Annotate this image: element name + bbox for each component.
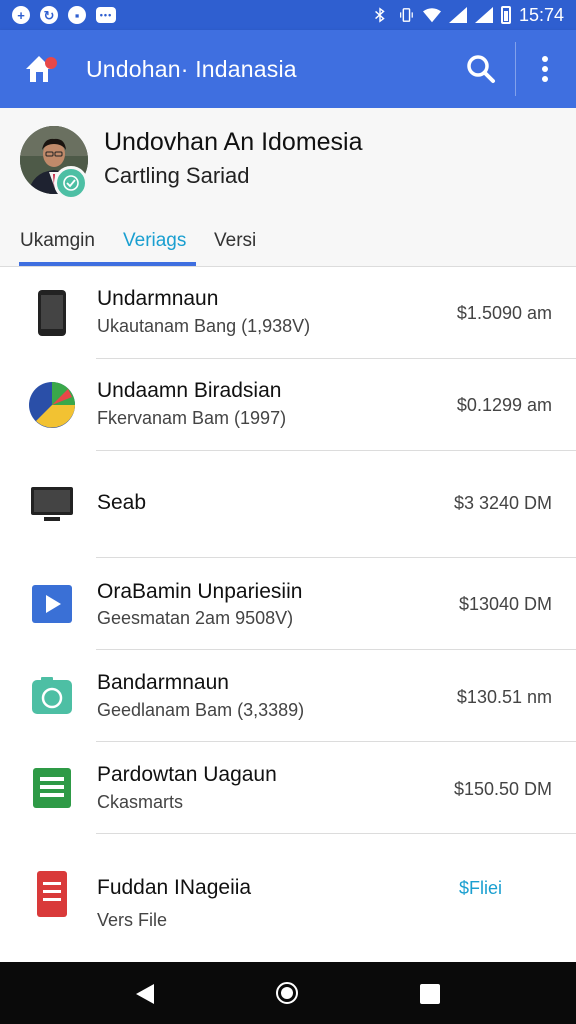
status-time: 15:74 — [518, 4, 564, 25]
sync-icon: ↻ — [40, 6, 58, 24]
signal-icon — [448, 7, 467, 23]
item-price: $1.5090 am — [456, 303, 552, 323]
check-circle-icon — [54, 166, 88, 200]
item-list: Undarmnaun Ukautanam Bang (1,938V) $1.50… — [0, 267, 576, 961]
sheet-icon — [26, 762, 78, 814]
item-subtitle: Ckasmarts — [97, 792, 184, 812]
item-price: $0.1299 am — [456, 395, 552, 415]
tab-ukamgin[interactable]: Ukamgin — [20, 216, 95, 266]
camera-icon — [26, 670, 78, 722]
list-item[interactable]: OraBamin Unpariesiin Geesmatan 2am 9508V… — [0, 558, 576, 650]
document-icon — [26, 868, 78, 920]
tab-versi[interactable]: Versi — [214, 216, 256, 266]
item-subtitle: Geedlanam Bam (3,3389) — [97, 700, 305, 720]
item-title: Undaamn Biradsian — [97, 379, 282, 402]
recent-apps-icon[interactable] — [420, 984, 440, 1004]
list-item[interactable]: Undarmnaun Ukautanam Bang (1,938V) $1.50… — [0, 267, 576, 359]
list-item[interactable]: Fuddan INageiia Vers File $Fliei — [0, 834, 576, 961]
navigation-bar — [0, 962, 576, 1024]
item-title: Bandarmnaun — [97, 671, 229, 694]
search-icon[interactable] — [464, 52, 498, 86]
list-item[interactable]: Pardowtan Uagaun Ckasmarts $150.50 DM — [0, 742, 576, 834]
list-item[interactable]: Seab $3 3240 DM — [0, 451, 576, 558]
profile-subtitle: Cartling Sariad — [104, 163, 250, 188]
item-subtitle: Vers File — [97, 910, 168, 930]
wifi-icon — [422, 8, 441, 23]
signal-icon — [474, 7, 493, 23]
tab-veriags[interactable]: Veriags — [123, 216, 186, 266]
list-item[interactable]: Undaamn Biradsian Fkervanam Bam (1997) $… — [0, 359, 576, 451]
home-icon[interactable] — [22, 50, 60, 88]
plus-circle-icon: + — [12, 6, 30, 24]
item-title: Seab — [97, 491, 147, 514]
item-price: $3 3240 DM — [453, 493, 552, 513]
profile-header: Undovhan An Idomesia Cartling Sariad Uka… — [0, 108, 576, 266]
item-link[interactable]: $Fliei — [459, 878, 502, 899]
message-icon: ••• — [96, 7, 116, 23]
media-icon: ▪ — [68, 6, 86, 24]
item-title: Undarmnaun — [97, 287, 219, 310]
item-price: $130.51 nm — [456, 687, 552, 707]
item-title: Fuddan INageiia — [97, 876, 252, 899]
app-bar-divider — [515, 42, 516, 96]
app-title: Undohan· Indanasia — [86, 55, 297, 82]
battery-icon — [500, 6, 511, 24]
item-price: $13040 DM — [458, 594, 552, 614]
tab-bar: Ukamgin Veriags Versi — [0, 216, 576, 266]
list-item[interactable]: Bandarmnaun Geedlanam Bam (3,3389) $130.… — [0, 650, 576, 742]
item-price: $150.50 DM — [453, 779, 552, 799]
item-subtitle: Geesmatan 2am 9508V) — [97, 608, 294, 628]
home-circle-icon[interactable] — [276, 982, 298, 1004]
item-subtitle: Fkervanam Bam (1997) — [97, 408, 287, 428]
monitor-icon — [26, 478, 78, 530]
back-icon[interactable] — [134, 982, 156, 1006]
vibrate-icon — [399, 8, 413, 22]
pie-chart-icon — [26, 379, 78, 431]
profile-name: Undovhan An Idomesia — [104, 128, 363, 156]
phone-icon — [26, 287, 78, 339]
play-icon — [26, 578, 78, 630]
bluetooth-icon — [375, 7, 385, 23]
item-title: OraBamin Unpariesiin — [97, 580, 303, 603]
status-bar: + ↻ ▪ ••• 15:74 — [0, 0, 576, 30]
more-vert-icon[interactable] — [530, 52, 560, 86]
app-bar: Undohan· Indanasia — [0, 30, 576, 108]
item-title: Pardowtan Uagaun — [97, 763, 277, 786]
item-subtitle: Ukautanam Bang (1,938V) — [97, 316, 311, 336]
